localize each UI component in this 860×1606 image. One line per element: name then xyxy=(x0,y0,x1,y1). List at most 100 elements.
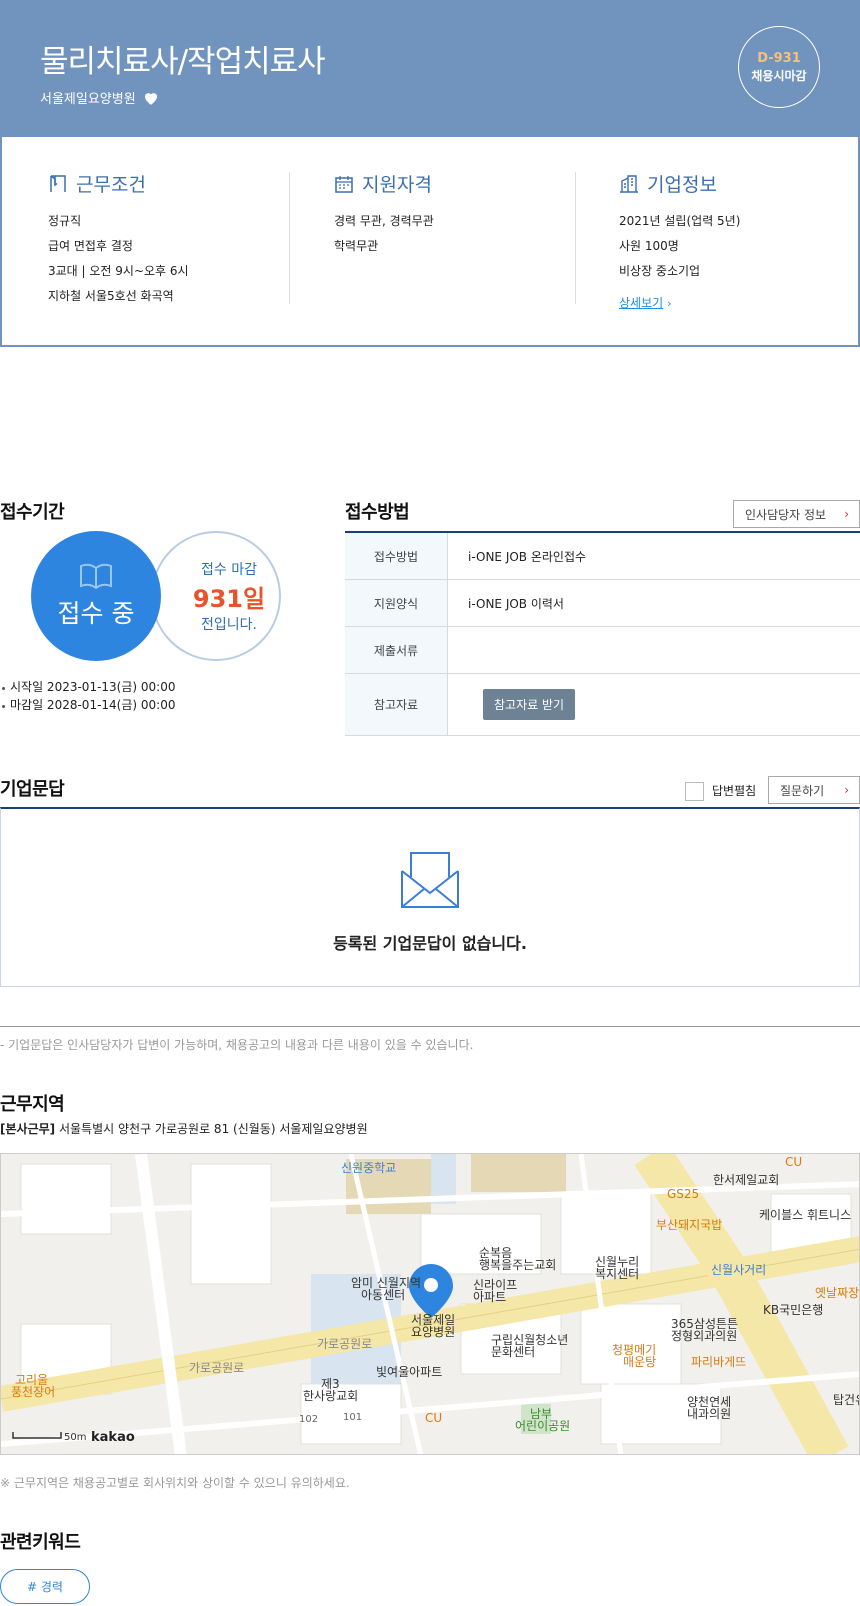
chevron-right-icon: › xyxy=(667,297,672,310)
map-label: 문화센터 xyxy=(491,1345,535,1359)
deadline-days: 931일 xyxy=(192,584,266,613)
job-summary-box: 근무조건 정규직 급여 면접후 결정 3교대 | 오전 9시~오후 6시 지하철… xyxy=(0,137,860,347)
dday-badge: D-931 채용시마감 xyxy=(738,26,820,108)
job-title: 물리치료사/작업치료사 xyxy=(40,44,326,80)
condition-item: 정규직 xyxy=(48,214,82,228)
map-label: 신원중학교 xyxy=(341,1161,396,1175)
map-label: 신월사거리 xyxy=(711,1263,766,1277)
table-row: 접수방법 i-ONE JOB 온라인접수 xyxy=(345,533,860,580)
map-label: 정형외과의원 xyxy=(671,1329,737,1343)
map-scale: 50m xyxy=(64,1432,86,1443)
company-name[interactable]: 서울제일요양병원 xyxy=(40,88,136,107)
map-label: 어린이공원 xyxy=(515,1419,570,1433)
map-label: 케이블스 휘트니스 xyxy=(759,1208,851,1222)
chevron-right-icon: › xyxy=(844,507,849,521)
map-label: 가로공원로 xyxy=(317,1337,372,1351)
qualification-item: 학력무관 xyxy=(334,239,379,253)
map-label: 요양병원 xyxy=(411,1325,455,1339)
status-circle: 접수 중 xyxy=(31,531,161,661)
period-dates: 시작일 2023-01-13(금) 00:00 마감일 2028-01-14(금… xyxy=(1,678,176,714)
address: [본사근무] 서울특별시 양천구 가로공원로 81 (신월동) 서울제일요양병원 xyxy=(0,1120,368,1137)
map-label: 탑건유 xyxy=(833,1393,860,1407)
book-icon xyxy=(80,563,112,590)
envelope-icon xyxy=(401,852,459,908)
deadline-circle: 접수 마감 931일 전입니다. xyxy=(151,531,281,661)
divider xyxy=(289,172,290,304)
map-label: CU xyxy=(425,1411,442,1425)
map-label: 한사랑교회 xyxy=(303,1389,358,1403)
heart-icon[interactable] xyxy=(142,89,160,107)
condition-item: 급여 면접후 결정 xyxy=(48,239,133,253)
map-label: 옛날짜장 xyxy=(815,1286,859,1300)
table-row: 참고자료 참고자료 받기 xyxy=(345,674,860,736)
start-date: 시작일 2023-01-13(금) 00:00 xyxy=(1,680,176,694)
divider xyxy=(0,1026,860,1027)
map-label: KB국민은행 xyxy=(763,1302,823,1317)
row-label: 제출서류 xyxy=(345,627,448,673)
download-reference-button[interactable]: 참고자료 받기 xyxy=(483,689,576,720)
hr-info-label: 인사담당자 정보 xyxy=(745,507,827,522)
company-item: 비상장 중소기업 xyxy=(619,264,701,278)
map-label: 내과의원 xyxy=(687,1407,731,1421)
condition-item: 3교대 | 오전 9시~오후 6시 xyxy=(48,264,189,278)
map-label: 파리바게뜨 xyxy=(691,1355,746,1369)
company-name-row: 서울제일요양병원 xyxy=(40,88,160,107)
map-label: 한서제일교회 xyxy=(713,1173,779,1187)
row-value xyxy=(448,627,860,673)
map-label: 행복을주는교회 xyxy=(479,1257,556,1272)
map-label: 빛여울아파트 xyxy=(376,1365,442,1379)
end-date: 마감일 2028-01-14(금) 00:00 xyxy=(1,698,176,712)
location-note: ※ 근무지역은 채용공고별로 회사위치와 상이할 수 있으니 유의하세요. xyxy=(0,1476,350,1490)
map-brand: kakao xyxy=(91,1430,135,1445)
map-label: 복지센터 xyxy=(595,1267,639,1281)
map-label: 102 xyxy=(299,1414,318,1425)
keyword-tag[interactable]: # 경력 xyxy=(0,1569,90,1604)
map-canvas: 신원중학교 한서제일교회 GS25 CU 부산돼지국밥 케이블스 휘트니스 순복… xyxy=(1,1154,860,1454)
chevron-right-icon: › xyxy=(844,783,849,797)
map-label: 매운탕 xyxy=(623,1355,656,1369)
deadline-line1: 접수 마감 xyxy=(201,561,257,578)
method-title: 접수방법 xyxy=(345,502,410,523)
map-label: GS25 xyxy=(667,1187,699,1201)
apply-method-table: 접수방법 i-ONE JOB 온라인접수 지원양식 i-ONE JOB 이력서 … xyxy=(345,531,860,736)
map-label: 가로공원로 xyxy=(189,1361,244,1375)
condition-item: 지하철 서울5호선 화곡역 xyxy=(48,289,174,303)
job-header: 물리치료사/작업치료사 서울제일요양병원 D-931 채용시마감 xyxy=(0,0,860,137)
row-value: i-ONE JOB 온라인접수 xyxy=(468,549,587,564)
map-label: 부산돼지국밥 xyxy=(656,1218,722,1232)
hr-info-button[interactable]: 인사담당자 정보 › xyxy=(733,500,860,528)
row-value: i-ONE JOB 이력서 xyxy=(468,596,564,611)
divider xyxy=(575,172,576,304)
work-conditions: 근무조건 정규직 급여 면접후 결정 3교대 | 오전 9시~오후 6시 지하철… xyxy=(48,170,189,309)
location-title: 근무지역 xyxy=(0,1094,65,1115)
work-conditions-title: 근무조건 xyxy=(76,174,146,196)
map-label: 101 xyxy=(343,1412,362,1423)
keywords-title: 관련키워드 xyxy=(0,1532,81,1553)
company-item: 사원 100명 xyxy=(619,239,679,253)
qualification-item: 경력 무관, 경력무관 xyxy=(334,214,434,228)
table-row: 지원양식 i-ONE JOB 이력서 xyxy=(345,580,860,627)
map-label: 풍천장어 xyxy=(11,1384,55,1399)
qualifications-title: 지원자격 xyxy=(362,174,432,196)
map-label: 아동센터 xyxy=(361,1288,405,1302)
map-label: 아파트 xyxy=(473,1290,506,1304)
location-map[interactable]: 신원중학교 한서제일교회 GS25 CU 부산돼지국밥 케이블스 휘트니스 순복… xyxy=(0,1153,860,1455)
address-tag: [본사근무] xyxy=(0,1122,56,1136)
calendar-icon xyxy=(335,175,353,193)
qa-empty-text: 등록된 기업문답이 없습니다. xyxy=(333,934,527,953)
building-icon xyxy=(620,174,638,193)
company-info: 기업정보 2021년 설립(업력 5년) 사원 100명 비상장 중소기업 상세… xyxy=(619,170,740,311)
bookmark-icon xyxy=(50,174,66,192)
ask-question-button[interactable]: 질문하기 › xyxy=(768,776,860,804)
qa-title: 기업문답 xyxy=(0,779,65,800)
ask-question-label: 질문하기 xyxy=(780,783,825,798)
expand-answers-label[interactable]: 답변펼침 xyxy=(712,782,756,801)
dday-count: D-931 xyxy=(757,50,801,66)
deadline-line3: 전입니다. xyxy=(201,616,257,633)
company-detail-link[interactable]: 상세보기 xyxy=(619,294,663,311)
status-label: 접수 중 xyxy=(57,599,135,628)
company-info-title: 기업정보 xyxy=(647,174,717,196)
map-label: CU xyxy=(785,1155,802,1169)
expand-answers-checkbox[interactable] xyxy=(685,782,704,801)
period-title: 접수기간 xyxy=(0,502,65,523)
